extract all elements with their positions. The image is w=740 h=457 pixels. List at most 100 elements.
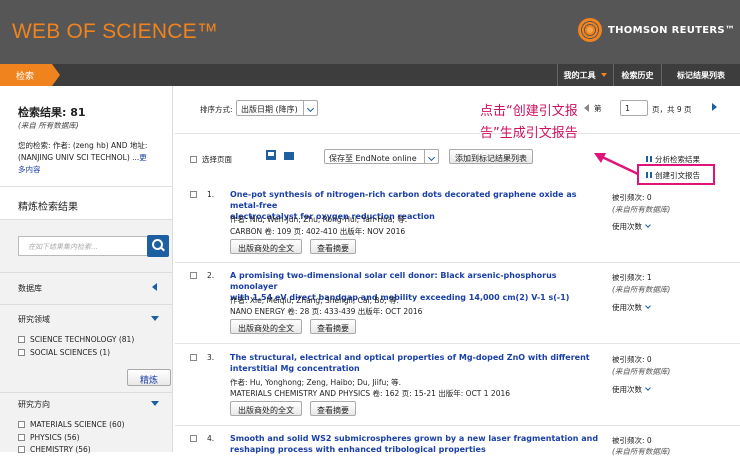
view-abstract-button[interactable]: 查看摘要	[310, 319, 356, 334]
direction-item[interactable]: CHEMISTRY (56)	[18, 445, 91, 454]
results-count: 检索结果: 81	[18, 106, 86, 119]
result-number: 4.	[207, 434, 215, 443]
checkbox[interactable]	[190, 435, 197, 442]
page-total: 页，共 9 页	[652, 105, 692, 114]
chevron-down-icon	[645, 303, 651, 309]
annotation-line-1: 点击“创建引文报	[480, 104, 578, 119]
checkbox[interactable]	[18, 349, 25, 356]
cited-source: (来自所有数据库)	[612, 205, 671, 214]
page-nav: 第	[584, 103, 602, 114]
area-item[interactable]: SOCIAL SCIENCES (1)	[18, 348, 110, 357]
next-page-icon[interactable]	[712, 103, 717, 111]
cited-source: (来自所有数据库)	[612, 367, 671, 376]
research-direction-label[interactable]: 研究方向	[18, 399, 50, 410]
cited-source: (来自所有数据库)	[612, 285, 671, 294]
query-line-2: (NANJING UNIV SCI TECHNOL) ...	[18, 153, 140, 162]
citation-report-label: 创建引文报告	[655, 171, 700, 180]
result-source: MATERIALS CHEMISTRY AND PHYSICS 卷: 162 页…	[230, 389, 511, 398]
collapse-down-icon[interactable]	[151, 401, 159, 406]
marked-list-link[interactable]: 标记结果列表	[661, 64, 740, 86]
direction-item[interactable]: PHYSICS (56)	[18, 433, 80, 442]
result-source: CARBON 卷: 109 页: 402-410 出版年: NOV 2016	[230, 227, 406, 236]
select-page-label: 选择页面	[202, 155, 232, 164]
bar-chart-icon	[646, 172, 652, 178]
page-number-input[interactable]: 1	[620, 100, 648, 116]
collapse-down-icon[interactable]	[151, 316, 159, 321]
dropdown-arrow-icon	[601, 73, 608, 77]
result-authors: 作者: Xie, Meiqiu; Zhang, Shengli; Cai, Bo…	[230, 296, 399, 305]
full-text-button[interactable]: 出版商处的全文	[230, 401, 302, 416]
save-to-select[interactable]: 保存至 EndNote online	[324, 149, 439, 164]
area-item-label: SOCIAL SCIENCES (1)	[30, 348, 111, 357]
view-abstract-button[interactable]: 查看摘要	[310, 401, 356, 416]
direction-item-label: PHYSICS (56)	[30, 433, 80, 442]
checkbox[interactable]	[190, 272, 197, 279]
direction-item-label: CHEMISTRY (56)	[30, 445, 91, 454]
chevron-down-icon	[645, 385, 651, 391]
tab-search[interactable]: 检索	[0, 64, 60, 86]
checkbox[interactable]	[190, 191, 197, 198]
research-area-label[interactable]: 研究领域	[18, 314, 50, 325]
email-icon[interactable]	[284, 152, 294, 160]
save-to-value: 保存至 EndNote online	[329, 154, 417, 163]
result-title[interactable]: The structural, electrical and optical p…	[230, 352, 600, 374]
prev-page-icon[interactable]	[584, 104, 589, 112]
area-item[interactable]: SCIENCE TECHNOLOGY (81)	[18, 335, 134, 344]
refine-button[interactable]: 精炼	[127, 369, 171, 386]
publisher-name: THOMSON REUTERS™	[608, 25, 736, 36]
analyze-label: 分析检索结果	[655, 155, 700, 164]
query-more-link[interactable]: 更	[139, 153, 147, 162]
result-checkbox[interactable]	[190, 353, 202, 362]
expand-left-icon[interactable]	[152, 283, 157, 291]
usage-count[interactable]: 使用次数	[612, 302, 651, 313]
sidebar: 检索结果: 81 (来自 所有数据库) 您的检索: 作者: (zeng hb) …	[0, 86, 173, 454]
usage-count[interactable]: 使用次数	[612, 384, 651, 395]
refine-search-input[interactable]: 在如下结果集内检索...	[18, 236, 148, 256]
result-authors: 作者: Hu, Yonghong; Zeng, Haibo; Du, Jiifu…	[230, 378, 402, 387]
cited-count[interactable]: 被引频次: 1	[612, 272, 652, 283]
web-of-science-logo[interactable]: WEB OF SCIENCE™	[12, 20, 218, 44]
sort-value: 出版日期 (降序)	[241, 105, 298, 114]
view-abstract-button[interactable]: 查看摘要	[310, 239, 356, 254]
checkbox[interactable]	[18, 421, 25, 428]
query-more-link-2[interactable]: 多内容	[18, 164, 41, 175]
my-tools-menu[interactable]: 我的工具	[557, 64, 613, 86]
area-item-label: SCIENCE TECHNOLOGY (81)	[30, 335, 135, 344]
sort-select[interactable]: 出版日期 (降序)	[236, 100, 318, 116]
checkbox[interactable]	[18, 434, 25, 441]
search-icon[interactable]	[147, 235, 169, 257]
citation-report-link[interactable]: 创建引文报告	[646, 170, 700, 181]
chevron-down-icon	[645, 222, 651, 228]
sort-label: 排序方式:	[200, 105, 233, 114]
database-filter-label[interactable]: 数据库	[18, 283, 42, 294]
result-checkbox[interactable]	[190, 434, 202, 443]
annotation-line-2: 告”生成引文报告	[480, 126, 578, 141]
refine-title: 精炼检索结果	[18, 202, 78, 213]
bar-chart-icon	[646, 156, 652, 162]
select-page[interactable]: 选择页面	[190, 154, 232, 165]
cited-count[interactable]: 被引频次: 0	[612, 354, 652, 365]
annotation-arrow-icon	[594, 153, 639, 176]
checkbox[interactable]	[190, 156, 197, 163]
result-checkbox[interactable]	[190, 271, 202, 280]
cited-count[interactable]: 被引频次: 0	[612, 435, 652, 446]
chevron-down-icon	[303, 101, 317, 115]
result-source: NANO ENERGY 卷: 28 页: 433-439 出版年: OCT 20…	[230, 307, 423, 316]
result-number: 1.	[207, 190, 215, 199]
search-history-link[interactable]: 检索历史	[613, 64, 661, 86]
my-tools-label: 我的工具	[563, 71, 596, 80]
print-icon[interactable]	[266, 150, 276, 160]
cited-count[interactable]: 被引频次: 0	[612, 192, 652, 203]
checkbox[interactable]	[18, 336, 25, 343]
result-number: 3.	[207, 353, 215, 362]
page-label: 第	[594, 104, 602, 113]
app-header: WEB OF SCIENCE™ THOMSON REUTERS™	[0, 0, 740, 64]
checkbox[interactable]	[190, 354, 197, 361]
usage-count[interactable]: 使用次数	[612, 221, 651, 232]
direction-item[interactable]: MATERIALS SCIENCE (60)	[18, 420, 125, 429]
result-number: 2.	[207, 271, 215, 280]
full-text-button[interactable]: 出版商处的全文	[230, 239, 302, 254]
full-text-button[interactable]: 出版商处的全文	[230, 319, 302, 334]
add-to-marked-button[interactable]: 添加到标记结果列表	[449, 149, 533, 164]
result-checkbox[interactable]	[190, 190, 202, 199]
